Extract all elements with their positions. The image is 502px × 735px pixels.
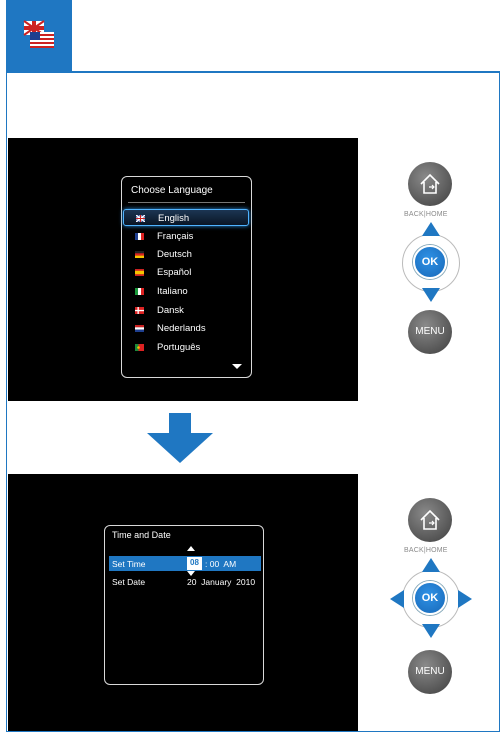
home-button-2[interactable] <box>408 498 452 542</box>
language-label: Español <box>157 267 192 278</box>
italy-flag-icon <box>135 288 144 295</box>
set-date-label: Set Date <box>112 577 146 587</box>
set-date-row[interactable]: Set Date 20 January 2010 <box>109 574 261 589</box>
screen-language: Choose Language English Français Deutsch… <box>8 138 358 401</box>
language-label: Nederlands <box>157 323 206 334</box>
header-tab <box>6 0 72 72</box>
menu-button[interactable]: MENU <box>408 310 452 354</box>
language-flags-icon <box>20 18 58 52</box>
language-menu-title: Choose Language <box>131 185 213 196</box>
back-home-caption: BACK|HOME <box>404 211 448 218</box>
ok-button[interactable]: OK <box>413 245 447 279</box>
up-arrow-icon[interactable] <box>422 222 440 236</box>
set-time-row[interactable]: Set Time 08 : 00 AM <box>109 556 261 571</box>
step-arrow-icon <box>147 413 213 463</box>
language-label: Português <box>157 342 201 353</box>
right-arrow-icon[interactable] <box>458 590 472 608</box>
germany-flag-icon <box>135 251 144 258</box>
language-item-espanol[interactable]: Español <box>123 264 249 281</box>
ok-button-2[interactable]: OK <box>413 581 447 615</box>
scroll-down-icon[interactable] <box>232 364 242 369</box>
home-icon <box>420 509 440 530</box>
netherlands-flag-icon <box>135 325 144 332</box>
uk-flag-icon <box>136 215 145 222</box>
time-date-menu: Time and Date Set Time 08 : 00 AM Set Da… <box>104 525 264 685</box>
up-arrow-icon[interactable] <box>422 558 440 572</box>
language-item-francais[interactable]: Français <box>123 228 249 245</box>
language-item-english[interactable]: English <box>123 209 249 226</box>
language-label: Deutsch <box>157 249 192 260</box>
language-item-deutsch[interactable]: Deutsch <box>123 246 249 263</box>
language-label: Dansk <box>157 305 184 316</box>
time-date-title: Time and Date <box>112 530 171 540</box>
down-arrow-icon[interactable] <box>422 288 440 302</box>
date-value: 20 January 2010 <box>187 577 256 587</box>
language-item-dansk[interactable]: Dansk <box>123 302 249 319</box>
screen-time-date: Time and Date Set Time 08 : 00 AM Set Da… <box>8 474 358 731</box>
language-menu: Choose Language English Français Deutsch… <box>121 176 252 378</box>
menu-button-2[interactable]: MENU <box>408 650 452 694</box>
language-label: Italiano <box>157 286 188 297</box>
back-home-caption-2: BACK|HOME <box>404 547 448 554</box>
hour-field[interactable]: 08 <box>187 557 202 570</box>
spain-flag-icon <box>135 269 144 276</box>
divider <box>128 202 245 203</box>
time-remainder: : 00 AM <box>205 559 237 569</box>
denmark-flag-icon <box>135 307 144 314</box>
increase-icon[interactable] <box>187 546 195 551</box>
set-time-label: Set Time <box>112 559 146 569</box>
language-label: Français <box>157 231 194 242</box>
france-flag-icon <box>135 233 144 240</box>
language-item-nederlands[interactable]: Nederlands <box>123 320 249 337</box>
home-button[interactable] <box>408 162 452 206</box>
home-icon <box>420 173 440 194</box>
language-label: English <box>158 213 190 224</box>
left-arrow-icon[interactable] <box>390 590 404 608</box>
language-item-portugues[interactable]: Português <box>123 339 249 356</box>
down-arrow-icon[interactable] <box>422 624 440 638</box>
portugal-flag-icon <box>135 344 144 351</box>
language-item-italiano[interactable]: Italiano <box>123 283 249 300</box>
